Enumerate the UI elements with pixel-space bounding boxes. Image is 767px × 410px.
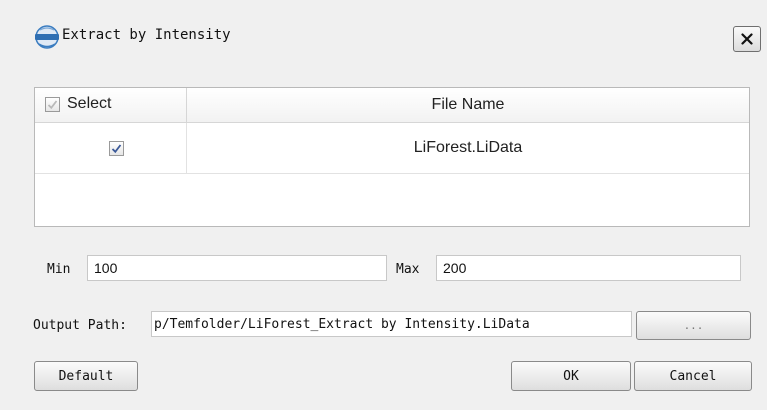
close-icon bbox=[741, 33, 753, 45]
lidar-app-icon bbox=[34, 24, 60, 50]
title-bar: Extract by Intensity bbox=[0, 0, 767, 60]
column-header-file-name[interactable]: File Name bbox=[187, 88, 749, 122]
output-path-input[interactable] bbox=[151, 311, 632, 337]
default-button[interactable]: Default bbox=[34, 361, 138, 391]
table-row[interactable]: LiForest.LiData bbox=[35, 123, 749, 174]
cancel-button[interactable]: Cancel bbox=[634, 361, 752, 391]
check-icon bbox=[47, 100, 58, 110]
browse-button[interactable]: ... bbox=[636, 311, 751, 340]
column-label-select: Select bbox=[67, 95, 112, 112]
check-icon bbox=[111, 144, 122, 154]
window-title: Extract by Intensity bbox=[62, 27, 231, 43]
output-path-label: Output Path: bbox=[33, 318, 127, 333]
ok-button[interactable]: OK bbox=[511, 361, 631, 391]
min-input[interactable] bbox=[87, 255, 387, 281]
empty-table-area bbox=[35, 174, 749, 226]
select-all-checkbox[interactable] bbox=[45, 97, 60, 112]
row-select-cell bbox=[35, 123, 187, 173]
min-label: Min bbox=[47, 262, 71, 277]
file-table: Select File Name LiForest.LiData bbox=[34, 87, 750, 227]
column-header-select[interactable]: Select bbox=[35, 88, 187, 122]
extract-dialog: Extract by Intensity Select File Name Li… bbox=[0, 0, 767, 410]
max-input[interactable] bbox=[436, 255, 741, 281]
table-header: Select File Name bbox=[35, 88, 749, 123]
max-label: Max bbox=[396, 262, 420, 277]
row-file-name: LiForest.LiData bbox=[413, 139, 523, 156]
row-checkbox[interactable] bbox=[109, 141, 124, 156]
close-button[interactable] bbox=[733, 26, 761, 52]
